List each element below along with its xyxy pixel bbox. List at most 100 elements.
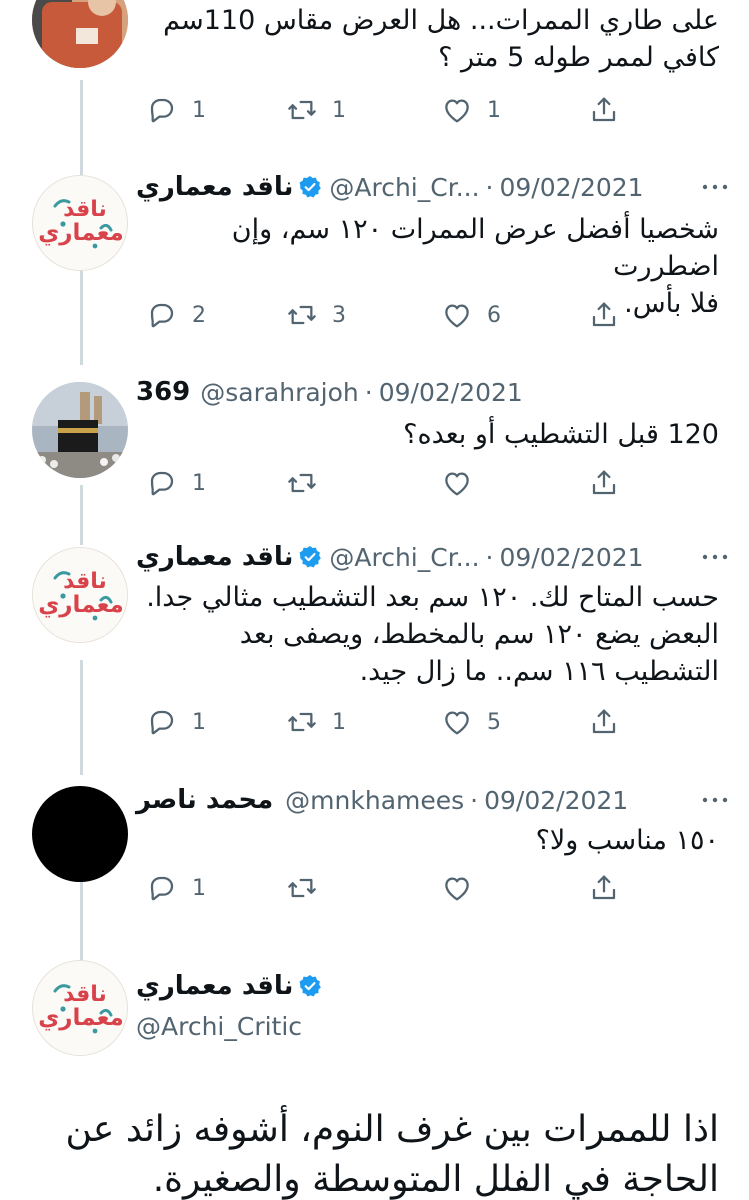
archi-critic-logo bbox=[33, 548, 128, 643]
like-button[interactable]: 1 bbox=[441, 90, 501, 130]
more-options-icon[interactable] bbox=[699, 547, 731, 567]
share-button[interactable] bbox=[588, 295, 620, 335]
retweet-button[interactable] bbox=[286, 868, 318, 908]
share-button[interactable] bbox=[588, 463, 620, 503]
tweet-1[interactable]: على طاري الممرات... هل العرض مقاس 110سم … bbox=[0, 0, 749, 140]
display-name[interactable]: ناقد معماري bbox=[136, 172, 293, 202]
reply-button[interactable]: 1 bbox=[146, 463, 206, 503]
avatar[interactable] bbox=[32, 382, 128, 478]
tweet-header: محمد ناصر @mnkhamees · 09/02/2021 bbox=[136, 778, 736, 822]
separator-dot: · bbox=[485, 542, 494, 572]
reply-icon bbox=[146, 872, 178, 904]
tweet-text-line: اذا للممرات بين غرف النوم، أشوفه زائد عن bbox=[65, 1109, 719, 1150]
main-tweet-handle-row: @Archi_Critic bbox=[136, 1004, 736, 1048]
heart-icon bbox=[441, 467, 473, 499]
reply-icon bbox=[146, 94, 178, 126]
archi-critic-logo bbox=[33, 961, 128, 1056]
retweet-button[interactable]: 1 bbox=[286, 90, 346, 130]
separator-dot: · bbox=[470, 785, 479, 815]
verified-badge-icon bbox=[297, 973, 323, 999]
reply-count: 1 bbox=[192, 709, 206, 735]
verified-badge-icon bbox=[297, 544, 323, 570]
share-button[interactable] bbox=[588, 868, 620, 908]
tweet-3[interactable]: 369 @sarahrajoh · 09/02/2021 120 قبل الت… bbox=[0, 370, 749, 520]
tweet-5[interactable]: محمد ناصر @mnkhamees · 09/02/2021 ١٥٠ من… bbox=[0, 778, 749, 928]
tweet-text-line: شخصيا أفضل عرض الممرات ١٢٠ سم، وإن اضطرر… bbox=[231, 214, 719, 282]
tweet-actions: 1 1 5 bbox=[136, 702, 636, 742]
more-options-icon[interactable] bbox=[699, 790, 731, 810]
like-count: 5 bbox=[487, 709, 501, 735]
display-name[interactable]: محمد ناصر bbox=[136, 785, 273, 815]
reply-button[interactable]: 1 bbox=[146, 90, 206, 130]
tweet-date[interactable]: 09/02/2021 bbox=[379, 378, 523, 407]
reply-count: 2 bbox=[192, 302, 206, 328]
heart-icon bbox=[441, 872, 473, 904]
user-handle[interactable]: @Archi_Critic bbox=[136, 1012, 302, 1041]
tweet-text-line: ١٥٠ مناسب ولا؟ bbox=[535, 825, 719, 856]
user-handle[interactable]: @Archi_Cr... bbox=[329, 543, 479, 572]
heart-icon bbox=[441, 706, 473, 738]
like-button[interactable]: 6 bbox=[441, 295, 501, 335]
more-options-icon[interactable] bbox=[699, 177, 731, 197]
retweet-count: 1 bbox=[332, 709, 346, 735]
tweet-text-line: على طاري الممرات... هل العرض مقاس 110سم bbox=[163, 5, 719, 36]
reply-count: 1 bbox=[192, 470, 206, 496]
display-name[interactable]: ناقد معماري bbox=[136, 542, 293, 572]
separator-dot: · bbox=[485, 172, 494, 202]
reply-button[interactable]: 1 bbox=[146, 702, 206, 742]
avatar[interactable] bbox=[32, 786, 128, 882]
tweet-4[interactable]: ناقد معماري @Archi_Cr... · 09/02/2021 حس… bbox=[0, 535, 749, 765]
tweet-header: ناقد معماري @Archi_Cr... · 09/02/2021 bbox=[136, 535, 736, 579]
retweet-count: 1 bbox=[332, 97, 346, 123]
retweet-count: 3 bbox=[332, 302, 346, 328]
share-icon bbox=[588, 94, 620, 126]
tweet-text-line: التشطيب ١١٦ سم.. ما زال جيد. bbox=[359, 656, 719, 687]
reply-count: 1 bbox=[192, 875, 206, 901]
separator-dot: · bbox=[364, 377, 373, 407]
retweet-button[interactable] bbox=[286, 463, 318, 503]
tweet-date[interactable]: 09/02/2021 bbox=[500, 173, 644, 202]
reply-icon bbox=[146, 299, 178, 331]
reply-icon bbox=[146, 467, 178, 499]
avatar[interactable] bbox=[32, 547, 128, 643]
like-count: 1 bbox=[487, 97, 501, 123]
reply-count: 1 bbox=[192, 97, 206, 123]
display-name[interactable]: ناقد معماري bbox=[136, 971, 293, 1001]
share-button[interactable] bbox=[588, 702, 620, 742]
tweet-text-line: البعض يضع ١٢٠ سم بالمخطط، ويصفى بعد bbox=[239, 619, 719, 650]
share-button[interactable] bbox=[588, 90, 620, 130]
avatar[interactable] bbox=[32, 175, 128, 271]
reply-icon bbox=[146, 706, 178, 738]
tweet-header: ناقد معماري @Archi_Cr... · 09/02/2021 bbox=[136, 165, 736, 209]
avatar-photo bbox=[32, 382, 128, 478]
retweet-icon bbox=[286, 467, 318, 499]
tweet-text-line: كافي لممر طوله 5 متر ؟ bbox=[438, 42, 719, 73]
avatar[interactable] bbox=[32, 960, 128, 1056]
main-tweet[interactable]: ناقد معماري @Archi_Critic اذا للممرات بي… bbox=[0, 950, 749, 1200]
tweet-text-line: الحاجة في الفلل المتوسطة والصغيرة. bbox=[152, 1159, 719, 1200]
avatar[interactable] bbox=[32, 0, 128, 68]
share-icon bbox=[588, 467, 620, 499]
tweet-text-line: حسب المتاح لك. ١٢٠ سم بعد التشطيب مثالي … bbox=[146, 582, 719, 613]
reply-button[interactable]: 1 bbox=[146, 868, 206, 908]
reply-button[interactable]: 2 bbox=[146, 295, 206, 335]
tweet-2[interactable]: ناقد معماري @Archi_Cr... · 09/02/2021 شخ… bbox=[0, 165, 749, 355]
like-button[interactable] bbox=[441, 463, 473, 503]
retweet-button[interactable]: 1 bbox=[286, 702, 346, 742]
user-handle[interactable]: @mnkhamees bbox=[285, 786, 464, 815]
user-handle[interactable]: @Archi_Cr... bbox=[329, 173, 479, 202]
verified-badge-icon bbox=[297, 174, 323, 200]
tweet-date[interactable]: 09/02/2021 bbox=[500, 543, 644, 572]
retweet-icon bbox=[286, 299, 318, 331]
tweet-actions: 1 bbox=[136, 463, 636, 503]
like-button[interactable]: 5 bbox=[441, 702, 501, 742]
like-count: 6 bbox=[487, 302, 501, 328]
tweet-text-line: 120 قبل التشطيب أو بعده؟ bbox=[403, 419, 719, 450]
like-button[interactable] bbox=[441, 868, 473, 908]
display-name[interactable]: 369 bbox=[136, 377, 190, 407]
tweet-date[interactable]: 09/02/2021 bbox=[484, 786, 628, 815]
retweet-button[interactable]: 3 bbox=[286, 295, 346, 335]
tweet-header: 369 @sarahrajoh · 09/02/2021 bbox=[136, 370, 736, 414]
share-icon bbox=[588, 299, 620, 331]
user-handle[interactable]: @sarahrajoh bbox=[200, 378, 358, 407]
